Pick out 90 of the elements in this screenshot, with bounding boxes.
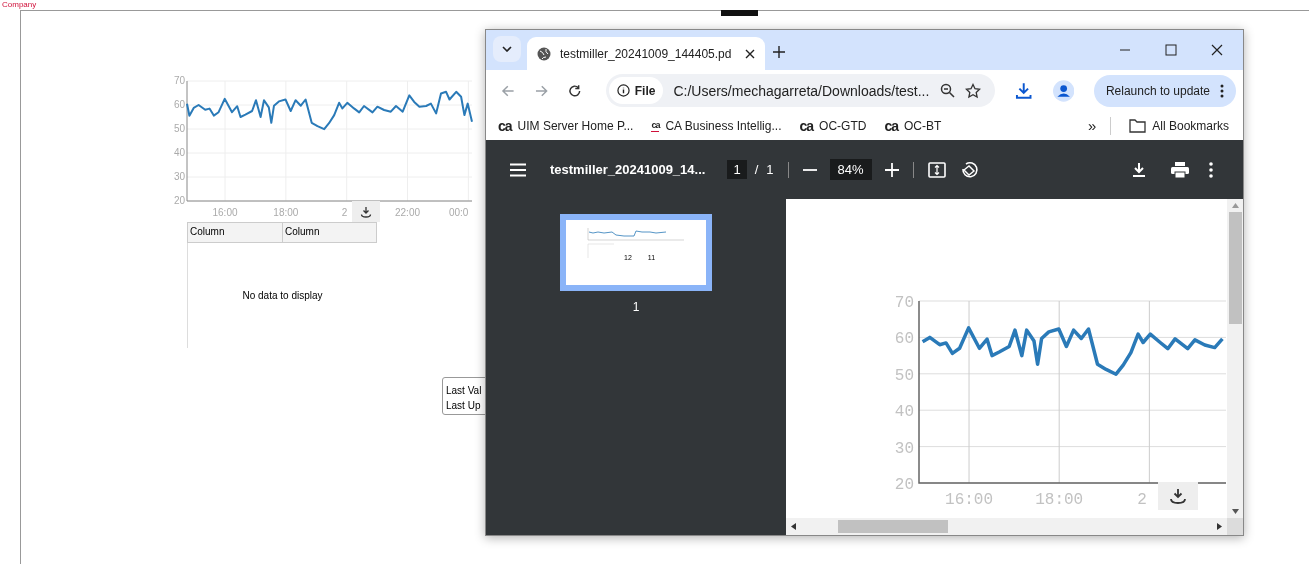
relaunch-button[interactable]: Relaunch to update [1093, 74, 1236, 107]
download-icon [360, 205, 372, 218]
fit-page-icon[interactable] [927, 161, 946, 178]
scroll-left-icon[interactable] [791, 523, 796, 530]
x-tick-label: 16:00 [212, 207, 238, 218]
star-icon[interactable] [965, 82, 982, 99]
y-tick-label: 20 [894, 476, 914, 494]
bookmark-label: OC-BT [903, 118, 942, 133]
y-tick-label: 50 [894, 366, 914, 385]
bookmark-label: UIM Server Home P... [517, 118, 634, 133]
tab-search-button[interactable] [493, 36, 521, 62]
download-icon [1169, 488, 1187, 504]
maximize-icon[interactable] [1165, 44, 1177, 56]
scrollbar-thumb[interactable] [838, 520, 948, 533]
folder-icon [1129, 118, 1147, 133]
bookmark-logo: ca [799, 119, 814, 132]
page-total: 1 [766, 162, 774, 177]
back-arrow-icon[interactable] [501, 83, 515, 98]
rotate-icon[interactable] [960, 160, 979, 179]
page-separator: / [754, 162, 759, 177]
bookmarks-overflow-button[interactable]: » [1087, 117, 1097, 134]
bookmark-logo: ca [884, 119, 898, 132]
close-icon[interactable] [745, 48, 755, 59]
info-label: Last Up [446, 399, 482, 413]
y-tick-label: 30 [894, 439, 914, 458]
close-icon[interactable] [1211, 44, 1223, 56]
info-label: Last Val [446, 384, 483, 398]
scroll-right-icon[interactable] [1217, 523, 1222, 530]
company-logo-text: Company [2, 0, 37, 9]
site-info-chip[interactable]: File [608, 77, 664, 104]
reload-icon[interactable] [568, 83, 582, 98]
download-button[interactable] [352, 201, 380, 222]
y-tick-label: 40 [894, 403, 914, 422]
x-tick-label: 2 [341, 207, 348, 218]
x-tick-label: 18:00 [1035, 491, 1084, 505]
column-header[interactable]: Column [188, 223, 282, 242]
bookmark-label: CA Business Intellig... [665, 118, 782, 133]
scrollbar-corner [1227, 518, 1243, 535]
download-icon[interactable] [1015, 81, 1033, 100]
relaunch-label: Relaunch to update [1105, 83, 1210, 98]
download-button[interactable] [1158, 482, 1198, 510]
new-tab-icon[interactable] [773, 46, 785, 58]
scroll-down-icon[interactable] [1231, 509, 1239, 514]
more-icon [1220, 83, 1224, 98]
x-tick-label: 00:0 [448, 207, 469, 218]
y-tick-label: 70 [173, 75, 185, 86]
bookmark-link[interactable]: ca OC-GTD [799, 118, 867, 133]
y-tick-label: 70 [894, 294, 914, 312]
menu-icon[interactable] [510, 162, 526, 177]
y-tick-label: 50 [173, 123, 185, 134]
tab-title: testmiller_20241009_144405.pd [560, 46, 733, 61]
bookmark-logo: ca [498, 119, 512, 132]
zoom-icon[interactable] [940, 83, 956, 98]
x-tick-label: 2 [1137, 491, 1147, 505]
page-number-field[interactable]: 1 [727, 160, 747, 179]
url-text: C:/Users/mechagarreta/Downloads/test... [673, 82, 931, 99]
toolbar-handle [721, 10, 758, 16]
y-tick-label: 20 [173, 195, 185, 206]
all-bookmarks-label: All Bookmarks [1152, 118, 1229, 133]
empty-message: No data to display [242, 290, 323, 301]
y-tick-label: 60 [894, 330, 914, 349]
document-title: testmiller_20241009_14... [550, 162, 706, 177]
vertical-scrollbar[interactable] [1227, 199, 1243, 518]
bookmark-link[interactable]: ca UIM Server Home P... [498, 118, 634, 133]
x-tick-label: 18:00 [273, 207, 299, 218]
print-icon[interactable] [1171, 161, 1189, 178]
info-icon [616, 84, 630, 97]
scrollbar-thumb[interactable] [1228, 212, 1242, 324]
all-bookmarks-button[interactable]: All Bookmarks [1129, 118, 1229, 133]
globe-icon [537, 46, 551, 61]
bookmark-link[interactable]: ca CA Business Intellig... [651, 118, 782, 133]
more-icon[interactable] [1209, 161, 1213, 178]
horizontal-scrollbar[interactable] [786, 518, 1227, 535]
profile-avatar-icon[interactable] [1052, 79, 1074, 102]
zoom-field[interactable]: 84% [829, 159, 872, 180]
y-tick-label: 60 [173, 99, 185, 110]
zoom-in-icon[interactable] [884, 162, 899, 177]
browser-tab[interactable]: testmiller_20241009_144405.pd [527, 37, 765, 70]
page-number-label: 1 [632, 300, 640, 314]
address-bar[interactable]: File C:/Users/mechagarreta/Downloads/test... [605, 74, 996, 107]
bookmark-link[interactable]: ca OC-BT [884, 118, 942, 133]
bookmark-logo: ca [651, 119, 660, 132]
x-tick-label: 16:00 [945, 491, 994, 505]
column-header[interactable]: Column [282, 223, 376, 242]
x-tick-label: 22:00 [395, 207, 421, 218]
chip-label: File [634, 83, 656, 98]
bookmark-label: OC-GTD [819, 118, 867, 133]
chevron-down-icon [502, 46, 512, 52]
y-tick-label: 30 [173, 171, 185, 182]
y-tick-label: 40 [173, 147, 185, 158]
